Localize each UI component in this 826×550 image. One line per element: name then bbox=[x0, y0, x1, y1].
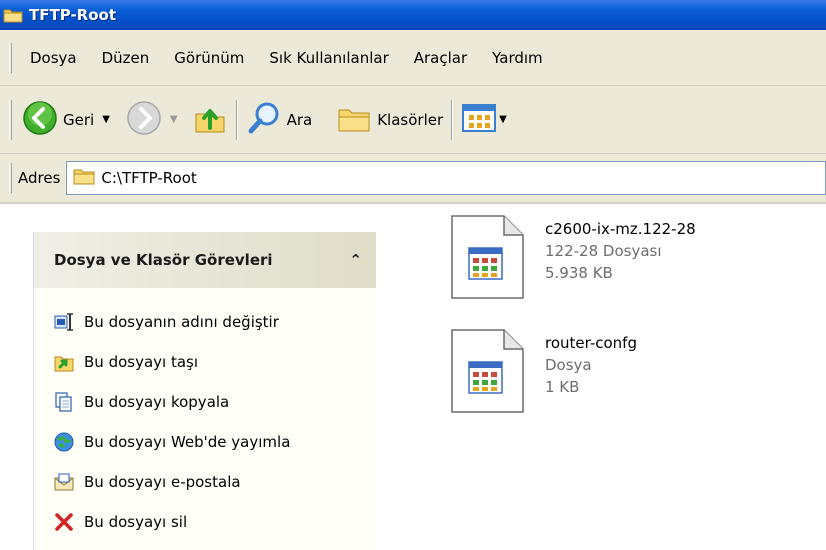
task-copy[interactable]: Bu dosyayı kopyala bbox=[34, 382, 376, 422]
file-size: 5.938 KB bbox=[545, 264, 613, 282]
file-size: 1 KB bbox=[545, 378, 580, 396]
publish-web-icon bbox=[54, 432, 74, 452]
folder-up-icon bbox=[192, 100, 228, 140]
file-icon bbox=[450, 214, 525, 300]
task-rename[interactable]: Bu dosyanın adını değiştir bbox=[34, 302, 376, 342]
views-icon bbox=[461, 103, 497, 137]
task-label: Bu dosyayı Web'de yayımla bbox=[84, 433, 291, 451]
window-title: TFTP-Root bbox=[29, 6, 116, 24]
views-button[interactable]: ▼ bbox=[461, 98, 507, 142]
task-delete[interactable]: Bu dosyayı sil bbox=[34, 502, 376, 542]
folders-button[interactable]: Klasörler bbox=[336, 98, 443, 142]
move-icon bbox=[54, 352, 74, 372]
search-button[interactable]: Ara bbox=[246, 98, 313, 142]
task-label: Bu dosyayı taşı bbox=[84, 353, 199, 371]
folders-label: Klasörler bbox=[377, 110, 444, 129]
views-dropdown-icon[interactable]: ▼ bbox=[499, 114, 507, 125]
menu-file[interactable]: Dosya bbox=[26, 45, 81, 71]
menu-favorites[interactable]: Sık Kullanılanlar bbox=[265, 45, 392, 71]
task-panel-title: Dosya ve Klasör Görevleri bbox=[54, 251, 273, 269]
search-label: Ara bbox=[286, 110, 313, 129]
file-name: router-confg bbox=[545, 334, 637, 352]
toolbar-separator bbox=[235, 99, 238, 140]
up-button[interactable] bbox=[192, 98, 228, 142]
collapse-icon[interactable]: ⌃ bbox=[349, 251, 362, 269]
copy-icon bbox=[54, 392, 74, 412]
task-publish-web[interactable]: Bu dosyayı Web'de yayımla bbox=[34, 422, 376, 462]
file-details: c2600-ix-mz.122-28 122-28 Dosyası 5.938 … bbox=[545, 218, 696, 300]
title-bar[interactable]: TFTP-Root bbox=[0, 0, 826, 30]
file-folder-tasks-panel: Dosya ve Klasör Görevleri ⌃ Bu dosyanın … bbox=[33, 232, 376, 550]
task-label: Bu dosyayı kopyala bbox=[84, 393, 230, 411]
address-label: Adres bbox=[18, 169, 61, 187]
address-input[interactable]: C:\TFTP-Root bbox=[66, 161, 826, 195]
file-item[interactable]: c2600-ix-mz.122-28 122-28 Dosyası 5.938 … bbox=[450, 214, 696, 300]
file-type: 122-28 Dosyası bbox=[545, 242, 662, 260]
task-label: Bu dosyanın adını değiştir bbox=[84, 313, 279, 331]
file-icon bbox=[450, 328, 525, 414]
toolbar: Geri ▼ ▼ Ara Klasörler ▼ bbox=[0, 86, 826, 154]
address-grip[interactable] bbox=[9, 163, 12, 193]
content-area: Dosya ve Klasör Görevleri ⌃ Bu dosyanın … bbox=[0, 204, 826, 550]
menu-edit[interactable]: Düzen bbox=[98, 45, 154, 71]
delete-icon bbox=[54, 512, 74, 532]
email-icon bbox=[54, 472, 74, 492]
file-item[interactable]: router-confg Dosya 1 KB bbox=[450, 328, 637, 414]
task-panel-header[interactable]: Dosya ve Klasör Görevleri ⌃ bbox=[34, 232, 376, 288]
address-bar: Adres C:\TFTP-Root bbox=[0, 154, 826, 204]
address-value: C:\TFTP-Root bbox=[101, 169, 197, 187]
forward-button[interactable]: ▼ bbox=[126, 98, 178, 142]
rename-icon bbox=[54, 312, 74, 332]
back-label: Geri bbox=[63, 110, 95, 129]
toolbar-grip[interactable] bbox=[9, 99, 12, 140]
forward-arrow-icon bbox=[126, 100, 162, 140]
folder-icon bbox=[3, 7, 23, 23]
back-dropdown-icon[interactable]: ▼ bbox=[102, 114, 110, 125]
toolbar-separator bbox=[451, 99, 454, 140]
back-arrow-icon bbox=[22, 100, 58, 140]
folder-icon bbox=[73, 167, 95, 189]
forward-dropdown-icon[interactable]: ▼ bbox=[170, 114, 178, 125]
search-icon bbox=[246, 100, 282, 140]
task-email[interactable]: Bu dosyayı e-postala bbox=[34, 462, 376, 502]
task-label: Bu dosyayı sil bbox=[84, 513, 188, 531]
menu-grip[interactable] bbox=[9, 42, 12, 73]
file-name: c2600-ix-mz.122-28 bbox=[545, 220, 696, 238]
folders-icon bbox=[336, 100, 372, 140]
file-details: router-confg Dosya 1 KB bbox=[545, 332, 637, 414]
menu-bar: Dosya Düzen Görünüm Sık Kullanılanlar Ar… bbox=[0, 30, 826, 86]
menu-view[interactable]: Görünüm bbox=[170, 45, 248, 71]
task-label: Bu dosyayı e-postala bbox=[84, 473, 241, 491]
file-type: Dosya bbox=[545, 356, 592, 374]
task-list: Bu dosyanın adını değiştir Bu dosyayı ta… bbox=[34, 288, 376, 550]
menu-tools[interactable]: Araçlar bbox=[410, 45, 471, 71]
menu-help[interactable]: Yardım bbox=[488, 45, 547, 71]
back-button[interactable]: Geri ▼ bbox=[22, 98, 110, 142]
task-move[interactable]: Bu dosyayı taşı bbox=[34, 342, 376, 382]
